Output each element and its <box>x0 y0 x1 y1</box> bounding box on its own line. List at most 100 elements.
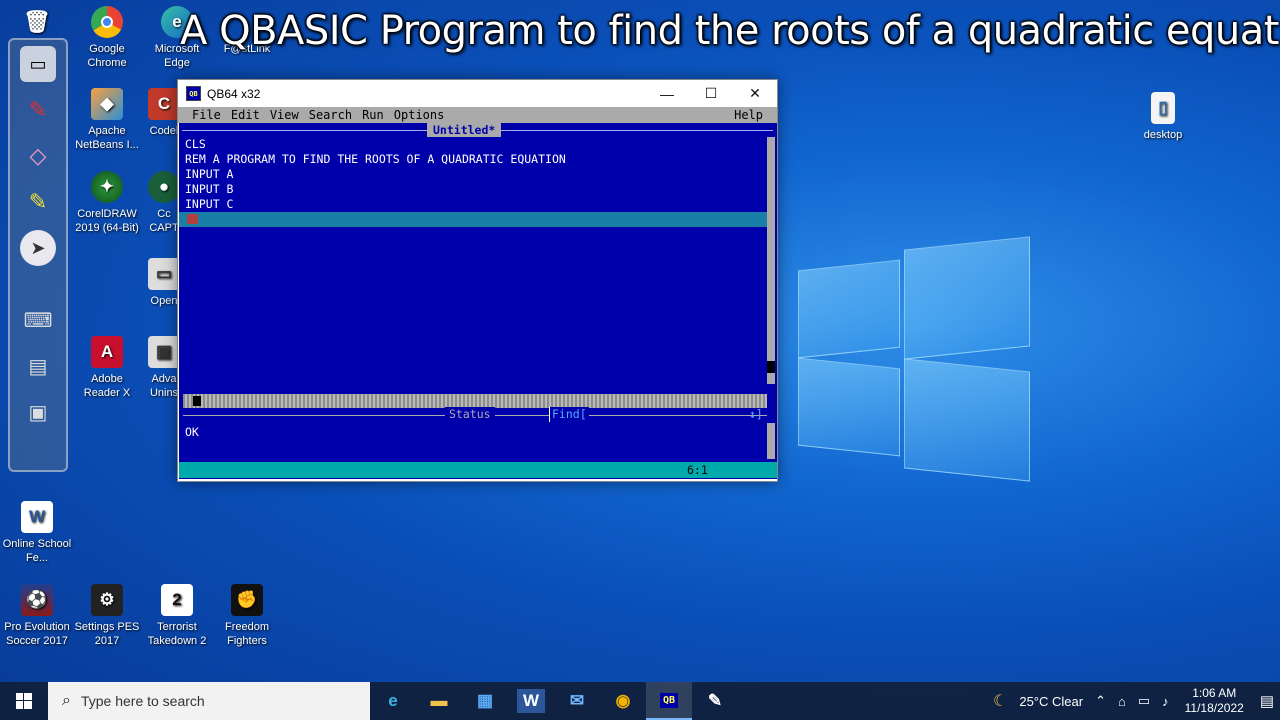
chrome-label: Google Chrome <box>87 43 127 69</box>
menu-view[interactable]: View <box>270 107 299 123</box>
uninstaller-icon: ▣ <box>148 336 180 368</box>
weather-text[interactable]: 25°C Clear <box>1019 694 1083 709</box>
taskbar: ⌕ Type here to search e ▬ ▦ W ✉ ◉ QB ✎ ☾… <box>0 682 1280 720</box>
code-line: INPUT A <box>185 167 234 181</box>
code-line: INPUT C <box>185 197 234 211</box>
vertical-scrollbar[interactable] <box>767 137 775 384</box>
network-icon[interactable]: ⌂ <box>1118 694 1126 709</box>
taskbar-pen-tool-icon[interactable]: ✎ <box>692 682 738 720</box>
clock-time: 1:06 AM <box>1192 686 1237 700</box>
window-title: QB64 x32 <box>207 86 261 101</box>
video-title: A QBASIC Program to find the roots of a … <box>180 8 1280 54</box>
menu-search[interactable]: Search <box>309 107 352 123</box>
desktop-icon-desktop-file[interactable]: ▯ desktop <box>1128 92 1198 142</box>
logo-pane-bl <box>798 357 900 457</box>
battery-icon[interactable]: ▭ <box>1138 693 1150 709</box>
taskbar-mail-icon[interactable]: ✉ <box>554 682 600 720</box>
taskbar-edge-icon[interactable]: e <box>370 682 416 720</box>
clock-date: 11/18/2022 <box>1184 701 1244 715</box>
eraser-tool-icon[interactable]: ◇ <box>20 138 56 174</box>
menu-file[interactable]: File <box>192 107 221 123</box>
adobe-reader-label: Adobe Reader X <box>83 373 131 399</box>
desktop-icon-chrome[interactable]: Google Chrome <box>72 6 142 70</box>
monitor-tool-icon[interactable]: ▣ <box>20 394 56 430</box>
adobe-reader-icon: A <box>91 336 123 368</box>
taskbar-qb64-icon[interactable]: QB <box>646 682 692 720</box>
pen-tool-icon[interactable]: ✎ <box>20 92 56 128</box>
find-field[interactable]: Find[ <box>549 407 589 422</box>
desktop-icon-pes-settings[interactable]: ⚙ Settings PES 2017 <box>72 584 142 648</box>
pes-settings-label: Settings PES 2017 <box>74 621 140 647</box>
pointer-tool-icon[interactable]: ➤ <box>20 230 56 266</box>
qb64-window[interactable]: QB QB64 x32 — ☐ ✕ File Edit View Search … <box>177 79 778 482</box>
code-line: INPUT B <box>185 182 234 196</box>
start-button[interactable] <box>0 682 48 720</box>
pes-settings-icon: ⚙ <box>91 584 123 616</box>
chevron-up-icon[interactable]: ⌃ <box>1095 693 1106 709</box>
netbeans-label: Apache NetBeans I... <box>75 125 139 151</box>
notification-icon[interactable]: ▤ <box>1260 692 1274 710</box>
menu-options[interactable]: Options <box>394 107 445 123</box>
maximize-button[interactable]: ☐ <box>689 80 733 107</box>
pes-label: Pro Evolution Soccer 2017 <box>4 621 70 647</box>
desktop-icon-freedom-fighters[interactable]: ✊ Freedom Fighters <box>212 584 282 648</box>
terrorist-takedown-label: Terrorist Takedown 2 <box>147 621 207 647</box>
close-button[interactable]: ✕ <box>733 80 777 107</box>
word-doc-icon: W <box>21 501 53 533</box>
window-titlebar[interactable]: QB QB64 x32 — ☐ ✕ <box>178 80 777 107</box>
desktop-icon-pes[interactable]: ⚽ Pro Evolution Soccer 2017 <box>2 584 72 648</box>
logo-pane-tr <box>904 236 1030 360</box>
text-cursor <box>187 214 198 224</box>
taskbar-store-icon[interactable]: ▦ <box>462 682 508 720</box>
desktop-icon-online-school[interactable]: W Online School Fe... <box>2 501 72 565</box>
find-arrows-icon[interactable]: ↕] <box>749 407 763 422</box>
freedom-fighters-icon: ✊ <box>231 584 263 616</box>
minimize-button[interactable]: — <box>645 80 689 107</box>
document-tab[interactable]: Untitled* <box>427 123 502 137</box>
desktop-file-label: desktop <box>1143 129 1183 141</box>
netbeans-icon: ◆ <box>91 88 123 120</box>
taskbar-file-explorer-icon[interactable]: ▬ <box>416 682 462 720</box>
taskbar-search[interactable]: ⌕ Type here to search <box>48 682 370 720</box>
cursor-position: 6:1 <box>687 463 708 477</box>
code-area[interactable]: CLS REM A PROGRAM TO FIND THE ROOTS OF A… <box>185 137 566 227</box>
horizontal-scrollbar[interactable] <box>183 394 767 408</box>
code-editor[interactable]: Untitled* CLS REM A PROGRAM TO FIND THE … <box>179 123 777 479</box>
desktop-icon-coreldraw[interactable]: ✦ CorelDRAW 2019 (64-Bit) <box>72 171 142 235</box>
vertical-scroll-thumb[interactable] <box>767 361 775 373</box>
volume-icon[interactable]: ♪ <box>1162 694 1169 709</box>
screen-tool-icon[interactable]: ▤ <box>20 348 56 384</box>
code-icon: C <box>148 88 180 120</box>
menu-help[interactable]: Help <box>734 107 763 123</box>
desktop-icon-terrorist-takedown[interactable]: 2 Terrorist Takedown 2 <box>142 584 212 648</box>
taskbar-word-icon[interactable]: W <box>517 689 545 713</box>
keyboard-tool-icon[interactable]: ⌨ <box>20 302 56 338</box>
pes-icon: ⚽ <box>21 584 53 616</box>
menu-edit[interactable]: Edit <box>231 107 260 123</box>
desktop-icon-adobe-reader[interactable]: A Adobe Reader X <box>72 336 142 400</box>
capture-icon: ● <box>148 171 180 203</box>
pen-annotation-toolbar: ▭ ✎ ◇ ✎ ➤ ⌨ ▤ ▣ <box>8 38 68 472</box>
windows-logo-wallpaper <box>798 236 1030 482</box>
horizontal-scroll-thumb[interactable] <box>193 396 201 406</box>
status-output: OK <box>185 425 199 439</box>
status-scrollbar[interactable] <box>767 423 775 459</box>
terrorist-takedown-icon: 2 <box>161 584 193 616</box>
taskbar-clock[interactable]: 1:06 AM 11/18/2022 <box>1185 686 1244 716</box>
highlighter-tool-icon[interactable]: ✎ <box>20 184 56 220</box>
chrome-icon <box>91 6 123 38</box>
desktop-icon-netbeans[interactable]: ◆ Apache NetBeans I... <box>72 88 142 152</box>
menu-run[interactable]: Run <box>362 107 384 123</box>
taskbar-chrome-icon[interactable]: ◉ <box>600 682 646 720</box>
freedom-fighters-label: Freedom Fighters <box>224 621 270 647</box>
logo-pane-tl <box>798 259 900 359</box>
qb-menubar: File Edit View Search Run Options Help <box>178 107 777 123</box>
windows-start-icon <box>16 693 32 709</box>
system-tray: ☾ 25°C Clear ⌃ ⌂ ▭ ♪ 1:06 AM 11/18/2022 … <box>987 682 1280 720</box>
desktop-icon-recycle-bin[interactable]: 🗑 <box>2 6 72 42</box>
open-icon: ▭ <box>148 258 180 290</box>
code-line: REM A PROGRAM TO FIND THE ROOTS OF A QUA… <box>185 152 566 166</box>
file-icon: ▯ <box>1151 92 1175 124</box>
cursor-position-bar: 6:1 <box>179 462 777 478</box>
whiteboard-tool-icon[interactable]: ▭ <box>20 46 56 82</box>
